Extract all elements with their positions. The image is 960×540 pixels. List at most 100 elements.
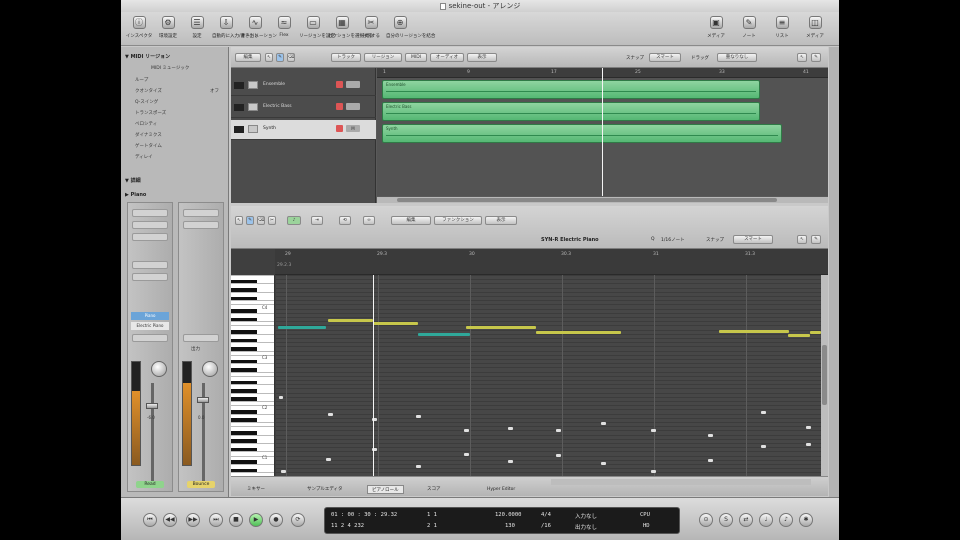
pr-eraser-tool[interactable]: ⌫ <box>257 216 265 225</box>
setting-slot-2[interactable] <box>183 209 219 217</box>
inspector-row[interactable]: トランスポーズ <box>135 110 225 117</box>
midi-note[interactable] <box>373 322 418 325</box>
snap-select[interactable]: スマート <box>649 53 681 62</box>
stop-button[interactable]: ■ <box>229 513 243 527</box>
white-key-line[interactable] <box>231 300 274 302</box>
white-key-line[interactable] <box>231 472 274 474</box>
white-key-line[interactable] <box>231 401 274 402</box>
arrange-hscroll[interactable] <box>377 197 828 203</box>
output-slot-2[interactable] <box>183 334 219 342</box>
white-key-line[interactable] <box>231 455 274 457</box>
record-enable-button[interactable] <box>336 81 343 88</box>
pr-scissors-tool[interactable]: ✂ <box>268 216 276 225</box>
pr-pointer-button[interactable]: ↖ <box>797 235 807 244</box>
editor-tab-2[interactable]: ピアノロール <box>367 485 404 494</box>
midi-note[interactable] <box>416 415 421 418</box>
editor-tab-4[interactable]: Hyper Editor <box>487 485 515 494</box>
inspector-more-header[interactable]: ▼ 詳細 <box>125 177 141 184</box>
white-key-line[interactable] <box>231 325 274 327</box>
piano-keyboard[interactable]: C4 C3 C2 C1 <box>231 275 275 476</box>
white-key-line[interactable] <box>231 375 274 377</box>
midi-note[interactable] <box>508 427 513 430</box>
play-button[interactable]: ▶ <box>249 513 263 527</box>
pr-pointer-tool[interactable]: ↖ <box>235 216 243 225</box>
pr-functions-menu[interactable]: ファンクション <box>434 216 482 225</box>
pr-pencil-tool[interactable]: ✎ <box>246 216 254 225</box>
forward-button[interactable]: ▶▶ <box>186 513 200 527</box>
midi-note[interactable] <box>810 331 821 334</box>
toolbar-right-button-1[interactable]: ✎ ノート <box>734 16 764 39</box>
solo-button[interactable]: S <box>719 513 733 527</box>
midi-note[interactable] <box>466 326 536 329</box>
midi-region[interactable]: Ensemble <box>382 80 760 99</box>
arrange-region-menu[interactable]: リージョン <box>364 53 402 62</box>
arrange-pencil-button[interactable]: ✎ <box>811 53 821 62</box>
toolbar-button-4[interactable]: ∿ オートメーション <box>241 16 277 39</box>
toolbar-button-1[interactable]: ⚙ 環境設定 <box>154 16 182 39</box>
midi-note[interactable] <box>806 443 811 446</box>
inspector-region-header[interactable]: ▼ MIDI リージョン <box>125 53 170 60</box>
editor-tab-1[interactable]: サンプルエディタ <box>307 485 343 494</box>
tuner-button[interactable]: ♪ <box>779 513 793 527</box>
inspector-row[interactable]: Q-スイング <box>135 99 225 106</box>
pr-edit-menu[interactable]: 編集 <box>391 216 431 225</box>
inspector-region-name[interactable]: MIDI ミュージック <box>151 65 241 72</box>
goto-end-button[interactable]: ⏭ <box>209 513 223 527</box>
midi-note[interactable] <box>651 429 656 432</box>
insert-slot[interactable] <box>132 261 168 269</box>
drag-select[interactable]: 重なりなし <box>717 53 757 62</box>
midi-note[interactable] <box>418 333 470 336</box>
arrange-track-menu[interactable]: トラック <box>331 53 361 62</box>
arrange-edit-menu[interactable]: 編集 <box>235 53 261 62</box>
midi-note[interactable] <box>761 411 766 414</box>
piano-roll-vscroll[interactable] <box>821 275 828 476</box>
white-key-line[interactable] <box>231 413 274 415</box>
midi-in-button[interactable]: ♪ <box>287 216 301 225</box>
sync-button[interactable]: ⇄ <box>739 513 753 527</box>
track-header[interactable]: Ensemble <box>231 76 376 96</box>
quantize-select[interactable]: 1/16ノート <box>661 237 685 243</box>
track-header[interactable]: Electric Bass <box>231 98 376 118</box>
toolbar-button-6[interactable]: ▭ リージョンを設定 <box>299 16 335 39</box>
rewind-button[interactable]: ◀◀ <box>163 513 177 527</box>
midi-note[interactable] <box>279 396 283 399</box>
white-key-line[interactable] <box>231 405 274 407</box>
instrument-sub[interactable]: Electric Piano <box>131 322 169 330</box>
midi-out-button[interactable]: ⇥ <box>311 216 323 225</box>
white-key-line[interactable] <box>231 426 274 428</box>
volume-fader-cap[interactable] <box>146 403 158 409</box>
output-slot[interactable] <box>132 334 168 342</box>
mute-button[interactable] <box>346 103 360 110</box>
eraser-tool[interactable]: ⌫ <box>287 53 295 62</box>
eq-slot-2[interactable] <box>183 221 219 229</box>
mute-button[interactable] <box>346 81 360 88</box>
volume-fader-cap-2[interactable] <box>197 397 209 403</box>
white-key-line[interactable] <box>231 304 274 306</box>
midi-note[interactable] <box>601 422 606 425</box>
white-key-line[interactable] <box>231 291 274 293</box>
midi-note[interactable] <box>278 326 326 329</box>
midi-note[interactable] <box>719 330 789 333</box>
white-key-line[interactable] <box>231 312 274 314</box>
white-key-line[interactable] <box>231 363 274 365</box>
toolbar-button-9[interactable]: ⊕ 自分のリージョンを結合 <box>386 16 435 39</box>
midi-region[interactable]: Electric Bass <box>382 102 760 121</box>
editor-tab-0[interactable]: ミキサー <box>247 485 265 494</box>
inspector-track-header[interactable]: ▶ Piano <box>125 192 146 198</box>
toolbar-button-7[interactable]: ▦ セクションを選択する <box>328 16 373 39</box>
toolbar-right-button-0[interactable]: ▣ メディア <box>701 16 731 39</box>
tempo-value[interactable]: 120.0000 <box>495 512 522 518</box>
white-key-line[interactable] <box>231 283 274 285</box>
inspector-row[interactable]: クオンタイズ オフ <box>135 88 225 95</box>
mute-button[interactable]: M <box>346 125 360 132</box>
instrument-name[interactable]: Piano <box>131 312 169 320</box>
toolbar-button-0[interactable]: ⓘ インスペクタ <box>125 16 153 39</box>
midi-note[interactable] <box>651 470 656 473</box>
arrange-lane[interactable]: Ensemble Electric Bass Synth <box>377 68 828 196</box>
white-key-line[interactable] <box>231 451 274 453</box>
midi-note[interactable] <box>281 470 286 473</box>
midi-note[interactable] <box>761 445 766 448</box>
white-key-line[interactable] <box>231 434 274 436</box>
midi-note[interactable] <box>708 434 713 437</box>
white-key-line[interactable] <box>231 321 274 323</box>
